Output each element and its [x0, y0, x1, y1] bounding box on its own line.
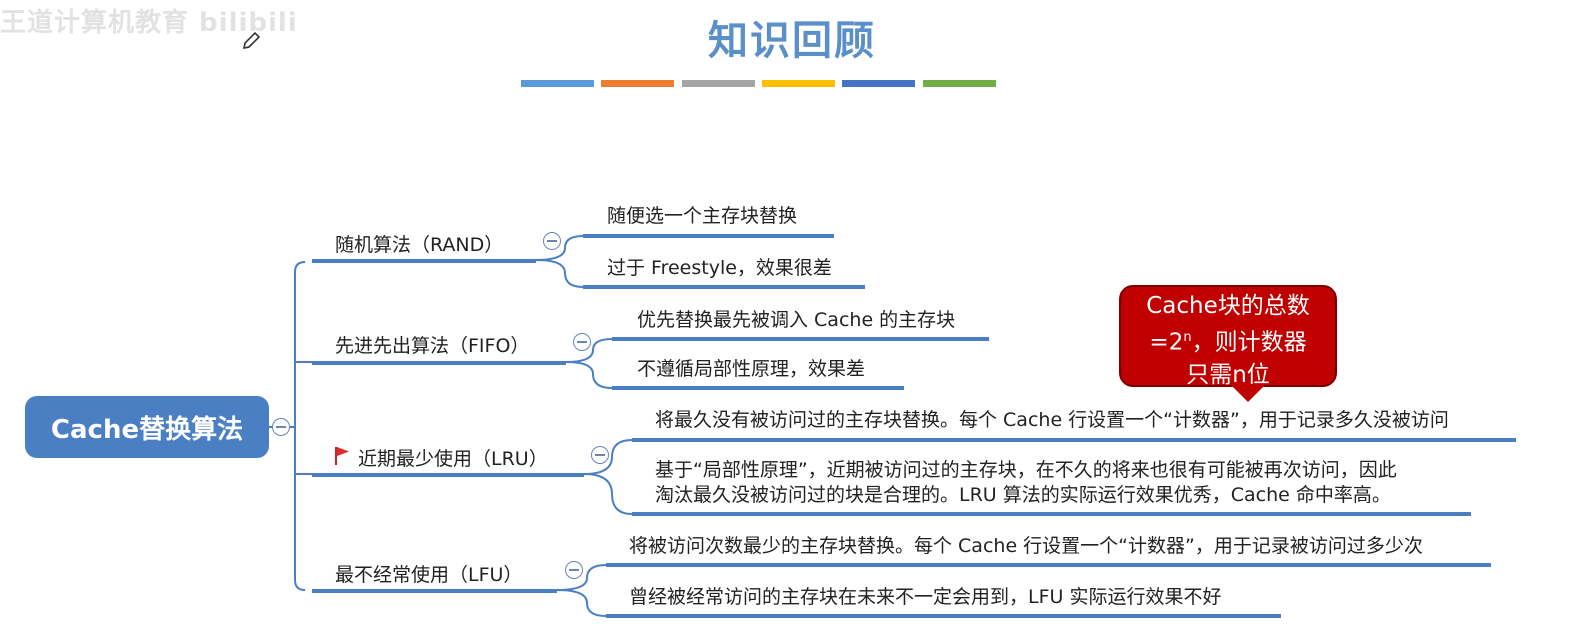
leaf-fifo-2[interactable]: 不遵循局部性原理，效果差 — [637, 356, 865, 382]
leaf-rand-1[interactable]: 随便选一个主存块替换 — [607, 203, 797, 229]
leaf-lru-2-line1[interactable]: 基于“局部性原理”，近期被访问过的主存块，在不久的将来也很有可能被再次访问，因此 — [655, 457, 1397, 483]
leaf-fifo-1[interactable]: 优先替换最先被调入 Cache 的主存块 — [637, 307, 955, 333]
leaf-lru-2-line2[interactable]: 淘汰最久没被访问过的块是合理的。LRU 算法的实际运行效果优秀，Cache 命中… — [655, 482, 1391, 508]
collapse-fifo-icon[interactable] — [573, 333, 591, 351]
collapse-rand-icon[interactable] — [543, 232, 561, 250]
branch-lfu[interactable]: 最不经常使用（LFU） — [335, 560, 522, 587]
collapse-lfu-icon[interactable] — [565, 561, 583, 579]
collapse-root-icon[interactable] — [272, 418, 290, 436]
leaf-lfu-1[interactable]: 将被访问次数最少的主存块替换。每个 Cache 行设置一个“计数器”，用于记录被… — [629, 533, 1423, 559]
leaf-lru-1[interactable]: 将最久没有被访问过的主存块替换。每个 Cache 行设置一个“计数器”，用于记录… — [655, 407, 1449, 433]
trunk — [294, 261, 306, 591]
callout-tail — [1230, 384, 1266, 402]
callout-note: Cache块的总数 =2n，则计数器 只需n位 — [1119, 285, 1337, 388]
leaf-rand-2[interactable]: 过于 Freestyle，效果很差 — [607, 255, 832, 281]
branch-fifo[interactable]: 先进先出算法（FIFO） — [335, 331, 529, 358]
root-node[interactable]: Cache替换算法 — [25, 396, 269, 458]
callout-line-1: Cache块的总数 — [1146, 293, 1310, 319]
rand-leaf-curve-2 — [535, 259, 584, 288]
lfu-leaf-curve-2 — [556, 589, 607, 617]
callout-line-2: =2n，则计数器 — [1149, 329, 1307, 356]
callout-line-3: 只需n位 — [1186, 361, 1270, 388]
branch-lru[interactable]: 近期最少使用（LRU） — [358, 444, 548, 471]
fifo-leaf-curve-2 — [565, 361, 613, 389]
flag-icon — [335, 447, 349, 465]
collapse-lru-icon[interactable] — [591, 446, 609, 464]
leaf-lfu-2[interactable]: 曾经被经常访问的主存块在未来不一定会用到，LFU 实际运行效果不好 — [629, 584, 1221, 610]
branch-rand[interactable]: 随机算法（RAND） — [335, 230, 503, 257]
lru-leaf-curve-2 — [583, 473, 633, 515]
